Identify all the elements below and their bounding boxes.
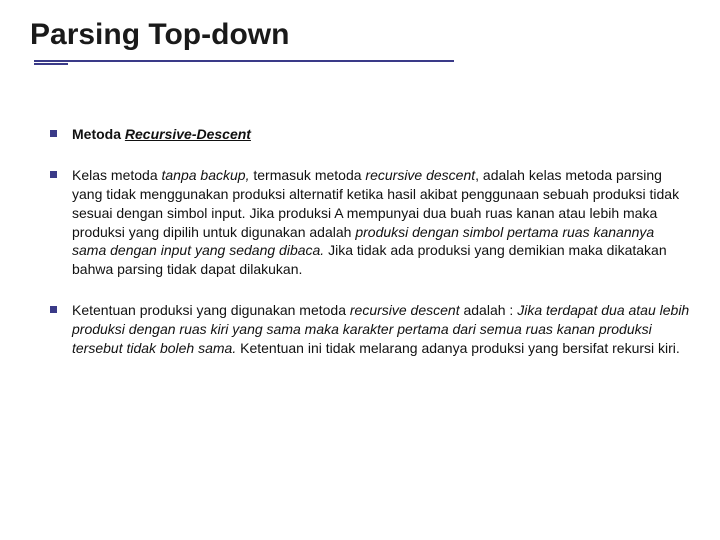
- bullet-item-3: Ketentuan produksi yang digunakan metoda…: [48, 301, 690, 358]
- b3-t3: Ketentuan ini tidak melarang adanya prod…: [240, 340, 680, 356]
- bullet-item-2: Kelas metoda tanpa backup, termasuk meto…: [48, 166, 690, 279]
- bullet-list: Metoda Recursive-Descent Kelas metoda ta…: [30, 125, 690, 358]
- b2-i1: tanpa backup,: [162, 167, 254, 183]
- slide-title: Parsing Top-down: [30, 18, 690, 52]
- bullet1-label: Metoda: [72, 126, 125, 142]
- bullet-item-1: Metoda Recursive-Descent: [48, 125, 690, 144]
- b3-i1: recursive descent: [350, 302, 464, 318]
- slide-container: Parsing Top-down Metoda Recursive-Descen…: [0, 0, 720, 400]
- b2-t2: termasuk metoda: [253, 167, 365, 183]
- b3-t1: Ketentuan produksi yang digunakan metoda: [72, 302, 350, 318]
- bullet1-term: Recursive-Descent: [125, 126, 251, 142]
- title-divider: [34, 60, 690, 65]
- b2-i2: recursive descent: [365, 167, 475, 183]
- b2-t1: Kelas metoda: [72, 167, 162, 183]
- b3-t2: adalah :: [463, 302, 517, 318]
